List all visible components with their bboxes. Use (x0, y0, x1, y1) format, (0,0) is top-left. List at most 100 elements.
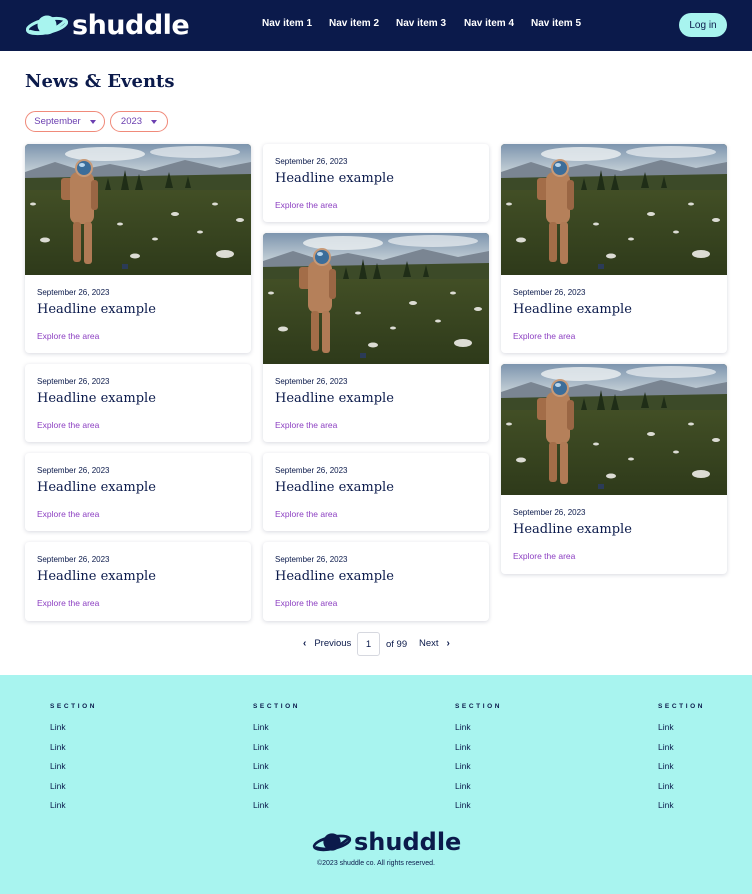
card-headline: Headline example (275, 569, 394, 584)
card-image (25, 144, 251, 275)
card-link[interactable]: Explore the area (275, 420, 337, 430)
nav-item-5[interactable]: Nav item 5 (531, 18, 581, 29)
previous-label: Previous (314, 638, 352, 649)
footer-link[interactable]: Link (658, 781, 705, 794)
site-header: shuddle Nav item 1 Nav item 2 Nav item 3… (0, 0, 752, 51)
card-link[interactable]: Explore the area (37, 420, 99, 430)
card-image (263, 233, 489, 364)
news-card[interactable]: September 26, 2023 Headline example Expl… (501, 364, 727, 574)
card-date: September 26, 2023 (37, 466, 110, 475)
news-card[interactable]: September 26, 2023 Headline example Expl… (501, 144, 727, 353)
caret-down-icon (89, 119, 96, 124)
footer-link[interactable]: Link (50, 800, 97, 813)
card-link[interactable]: Explore the area (37, 509, 99, 519)
card-headline: Headline example (37, 569, 156, 584)
footer-column: SECTION Link Link Link Link Link (455, 703, 502, 813)
footer-link[interactable]: Link (253, 722, 300, 735)
nav-item-2[interactable]: Nav item 2 (329, 18, 379, 29)
news-card[interactable]: September 26, 2023 Headline example Expl… (25, 453, 251, 531)
footer-section-title: SECTION (455, 703, 503, 710)
news-card[interactable]: September 26, 2023 Headline example Expl… (263, 542, 489, 621)
footer-brand-name: shuddle (354, 828, 462, 856)
footer-link[interactable]: Link (658, 742, 705, 755)
card-date: September 26, 2023 (37, 555, 110, 564)
footer-link[interactable]: Link (455, 761, 502, 774)
login-button[interactable]: Log in (679, 13, 727, 37)
brand-name: shuddle (72, 9, 190, 41)
footer-link[interactable]: Link (253, 781, 300, 794)
news-card[interactable]: September 26, 2023 Headline example Expl… (263, 233, 489, 442)
next-label: Next (419, 638, 439, 649)
nav-item-4[interactable]: Nav item 4 (464, 18, 514, 29)
card-date: September 26, 2023 (37, 377, 110, 386)
planet-icon (312, 833, 352, 852)
caret-down-icon (151, 119, 158, 124)
card-date: September 26, 2023 (275, 157, 348, 166)
footer-column: SECTION Link Link Link Link Link (253, 703, 300, 813)
footer-link[interactable]: Link (658, 722, 705, 735)
card-headline: Headline example (37, 480, 156, 495)
footer-link[interactable]: Link (455, 742, 502, 755)
footer-link[interactable]: Link (253, 761, 300, 774)
footer-link[interactable]: Link (455, 800, 502, 813)
year-filter[interactable]: 2023 (110, 111, 168, 132)
card-date: September 26, 2023 (275, 377, 348, 386)
page-total: of 99 (386, 639, 408, 650)
news-card[interactable]: September 26, 2023 Headline example Expl… (263, 453, 489, 531)
card-date: September 26, 2023 (513, 508, 586, 517)
year-filter-value: 2023 (120, 116, 143, 127)
month-filter[interactable]: September (25, 111, 105, 132)
news-card[interactable]: September 26, 2023 Headline example Expl… (263, 144, 489, 222)
card-headline: Headline example (275, 480, 394, 495)
news-card[interactable]: September 26, 2023 Headline example Expl… (25, 542, 251, 621)
card-link[interactable]: Explore the area (275, 509, 337, 519)
card-image (501, 144, 727, 275)
pagination: ‹ Previous of 99 Next › (0, 632, 752, 656)
card-headline: Headline example (275, 171, 394, 186)
footer-link[interactable]: Link (455, 781, 502, 794)
card-link[interactable]: Explore the area (513, 551, 575, 561)
footer-column: SECTION Link Link Link Link Link (50, 703, 97, 813)
footer-link[interactable]: Link (50, 781, 97, 794)
card-link[interactable]: Explore the area (275, 598, 337, 608)
card-link[interactable]: Explore the area (275, 200, 337, 210)
footer-link[interactable]: Link (658, 761, 705, 774)
copyright-text: ©2023 shuddle co. All rights reserved. (316, 860, 435, 867)
page-number-input[interactable] (357, 632, 380, 656)
news-card[interactable]: September 26, 2023 Headline example Expl… (25, 144, 251, 353)
footer-section-title: SECTION (658, 703, 706, 710)
footer-logo[interactable]: shuddle (312, 828, 461, 856)
card-headline: Headline example (37, 302, 156, 317)
card-link[interactable]: Explore the area (37, 331, 99, 341)
nav-item-1[interactable]: Nav item 1 (262, 18, 312, 29)
page-title: News & Events (25, 71, 175, 92)
site-footer: SECTION Link Link Link Link Link SECTION… (0, 675, 752, 894)
card-date: September 26, 2023 (513, 288, 586, 297)
card-date: September 26, 2023 (275, 466, 348, 475)
footer-link[interactable]: Link (455, 722, 502, 735)
footer-link[interactable]: Link (658, 800, 705, 813)
nav-item-3[interactable]: Nav item 3 (396, 18, 446, 29)
footer-link[interactable]: Link (50, 722, 97, 735)
card-image (501, 364, 727, 495)
card-date: September 26, 2023 (275, 555, 348, 564)
footer-section-title: SECTION (50, 703, 98, 710)
previous-button[interactable]: ‹ Previous (303, 638, 351, 649)
chevron-right-icon: › (446, 638, 450, 649)
card-headline: Headline example (37, 391, 156, 406)
footer-link[interactable]: Link (50, 761, 97, 774)
footer-link[interactable]: Link (253, 800, 300, 813)
footer-column: SECTION Link Link Link Link Link (658, 703, 705, 813)
footer-link[interactable]: Link (253, 742, 300, 755)
footer-link[interactable]: Link (50, 742, 97, 755)
planet-icon (25, 15, 69, 36)
card-headline: Headline example (275, 391, 394, 406)
brand-logo[interactable]: shuddle (25, 9, 190, 41)
next-button[interactable]: Next › (419, 638, 450, 649)
news-card[interactable]: September 26, 2023 Headline example Expl… (25, 364, 251, 442)
card-link[interactable]: Explore the area (513, 331, 575, 341)
card-headline: Headline example (513, 522, 632, 537)
card-headline: Headline example (513, 302, 632, 317)
card-link[interactable]: Explore the area (37, 598, 99, 608)
month-filter-value: September (34, 116, 81, 127)
